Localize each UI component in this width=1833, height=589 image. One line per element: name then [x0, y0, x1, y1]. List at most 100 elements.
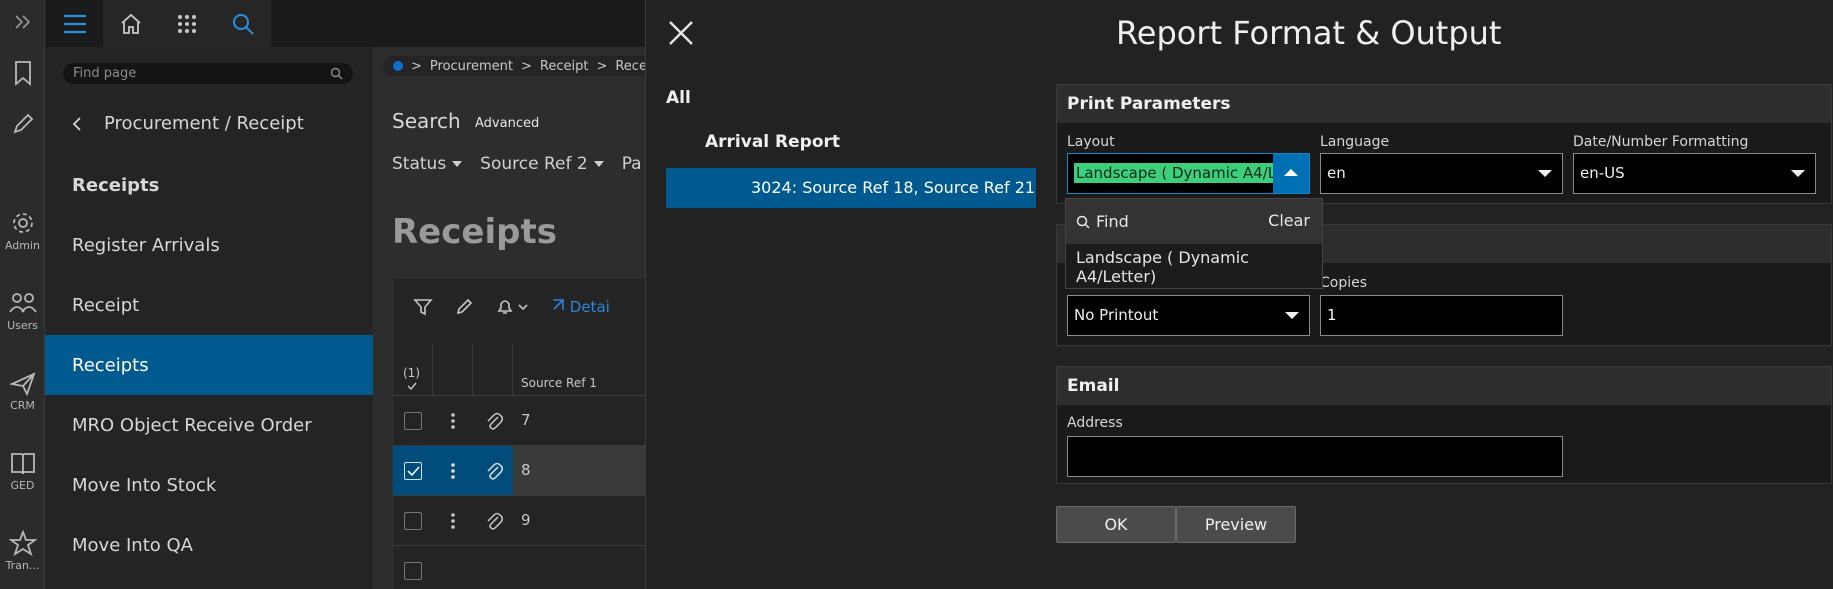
users-icon	[8, 293, 37, 313]
paperclip-icon[interactable]	[485, 511, 503, 531]
table-row[interactable]: 7	[393, 395, 645, 445]
row-checkbox[interactable]	[404, 562, 422, 580]
nav-back-link[interactable]: Procurement / Receipt	[72, 113, 304, 134]
select-all-column[interactable]: (1)	[393, 344, 433, 395]
rail-item-crm[interactable]: CRM	[0, 370, 45, 412]
language-select[interactable]: en	[1320, 153, 1563, 194]
nav-item-register-arrivals[interactable]: Register Arrivals	[45, 215, 373, 275]
advanced-search-link[interactable]: Advanced	[475, 116, 539, 131]
filter-source-ref-2[interactable]: Source Ref 2	[480, 154, 604, 174]
layout-select[interactable]: Landscape ( Dynamic A4/Le	[1067, 153, 1310, 194]
paperclip-icon[interactable]	[485, 461, 503, 481]
row-checkbox[interactable]	[404, 412, 422, 430]
details-link[interactable]: Detai	[551, 298, 610, 316]
dropdown-option-landscape[interactable]: Landscape ( Dynamic A4/Letter)	[1066, 244, 1322, 289]
chevron-down-icon	[1538, 170, 1552, 177]
tree-item-all[interactable]: All	[666, 88, 691, 108]
grid-toolbar: Detai	[393, 278, 645, 336]
search-icon	[330, 67, 343, 80]
report-format-dialog: Report Format & Output All Arrival Repor…	[645, 0, 1833, 589]
nav-item-receipts[interactable]: Receipts	[45, 335, 373, 395]
copies-input[interactable]: 1	[1320, 295, 1563, 336]
filter-status[interactable]: Status	[392, 154, 463, 174]
dialog-title: Report Format & Output	[1116, 14, 1502, 52]
nav-item-mro-object-receive-order[interactable]: MRO Object Receive Order	[45, 395, 373, 455]
nav-item-label: Register Arrivals	[72, 234, 220, 256]
rail-item-users[interactable]: Users	[0, 290, 45, 332]
date-number-formatting-select[interactable]: en-US	[1573, 153, 1816, 194]
breadcrumb-item[interactable]: Receipt	[540, 59, 589, 74]
chevron-down-icon	[1791, 170, 1805, 177]
cell-source-ref-1: 7	[521, 411, 531, 429]
nav-item-move-into-stock[interactable]: Move Into Stock	[45, 455, 373, 515]
bell-icon[interactable]	[495, 297, 529, 317]
more-vertical-icon[interactable]	[451, 512, 455, 530]
rail-item-admin[interactable]: Admin	[0, 210, 45, 252]
preview-button[interactable]: Preview	[1176, 506, 1296, 543]
apps-grid-icon[interactable]	[159, 0, 215, 47]
tree-item-selected-record[interactable]: 3024: Source Ref 18, Source Ref 21, ...	[666, 168, 1036, 208]
rail-label: CRM	[10, 399, 35, 412]
expand-icon[interactable]	[0, 14, 45, 30]
filter-bar: Status Source Ref 2 Pa	[392, 154, 642, 174]
table-row[interactable]	[393, 545, 645, 589]
search-icon[interactable]	[215, 0, 271, 47]
table-row[interactable]: 8	[393, 445, 645, 496]
row-checkbox[interactable]	[404, 462, 422, 480]
nav-item-label: Move Into Stock	[72, 474, 217, 496]
breadcrumb-item[interactable]: Procurement	[430, 59, 513, 74]
rail-label: Tran...	[5, 559, 40, 572]
dropdown-find-row[interactable]: Find Clear	[1066, 199, 1322, 244]
dropdown-clear-button[interactable]: Clear	[1268, 211, 1310, 230]
nav-item-label: Receipts	[72, 174, 160, 196]
attachments-column-header	[473, 344, 513, 395]
home-icon[interactable]	[103, 0, 159, 47]
date-number-formatting-value: en-US	[1580, 164, 1625, 182]
find-page-input[interactable]: Find page	[63, 63, 353, 84]
breadcrumb-separator: >	[520, 58, 532, 74]
email-section: Email Address	[1056, 366, 1832, 484]
filter-icon[interactable]	[413, 297, 433, 317]
menu-icon[interactable]	[47, 0, 103, 47]
nav-item-move-into-qa[interactable]: Move Into QA	[45, 515, 373, 575]
open-details-icon	[553, 299, 564, 310]
pencil-icon[interactable]	[0, 112, 45, 136]
close-icon[interactable]	[666, 18, 696, 48]
email-address-input[interactable]	[1067, 436, 1563, 477]
more-vertical-icon[interactable]	[451, 412, 455, 430]
row-checkbox[interactable]	[404, 512, 422, 530]
chevron-up-icon[interactable]	[1273, 154, 1309, 193]
edit-icon[interactable]	[455, 298, 473, 316]
date-number-formatting-label: Date/Number Formatting	[1573, 134, 1749, 150]
icon-rail: Admin Users CRM GED Tran...	[0, 0, 45, 589]
section-header: Print Parameters	[1057, 85, 1831, 123]
breadcrumb-home-icon[interactable]	[393, 61, 403, 71]
rail-label: GED	[10, 479, 35, 492]
plane-icon	[8, 372, 36, 396]
rail-item-tran[interactable]: Tran...	[0, 530, 45, 572]
layout-dropdown-menu: Find Clear Landscape ( Dynamic A4/Letter…	[1065, 198, 1323, 289]
copies-value: 1	[1327, 306, 1337, 324]
book-icon	[10, 453, 35, 475]
filter-pa[interactable]: Pa	[622, 154, 642, 174]
table-row[interactable]: 9	[393, 495, 645, 545]
tree-item-arrival-report[interactable]: Arrival Report	[705, 132, 840, 152]
cell-source-ref-1: 8	[521, 461, 531, 479]
language-label: Language	[1320, 134, 1390, 150]
more-vertical-icon[interactable]	[451, 462, 455, 480]
address-label: Address	[1067, 415, 1123, 431]
search-label[interactable]: Search	[392, 109, 461, 133]
printer-select[interactable]: No Printout	[1067, 295, 1310, 336]
breadcrumb-item[interactable]: Receipts	[615, 59, 645, 74]
nav-item-receipt[interactable]: Receipt	[45, 275, 373, 335]
nav-item-label: Receipts	[72, 354, 149, 376]
rail-item-ged[interactable]: GED	[0, 450, 45, 492]
column-header-source-ref-1[interactable]: Source Ref 1	[521, 376, 597, 390]
ok-button[interactable]: OK	[1056, 506, 1176, 543]
bookmark-icon[interactable]	[0, 60, 45, 86]
paperclip-icon[interactable]	[485, 411, 503, 431]
top-bar	[45, 0, 645, 47]
dropdown-find-label: Find	[1096, 212, 1129, 231]
chevron-down-icon	[452, 161, 463, 167]
actions-column-header	[433, 344, 473, 395]
